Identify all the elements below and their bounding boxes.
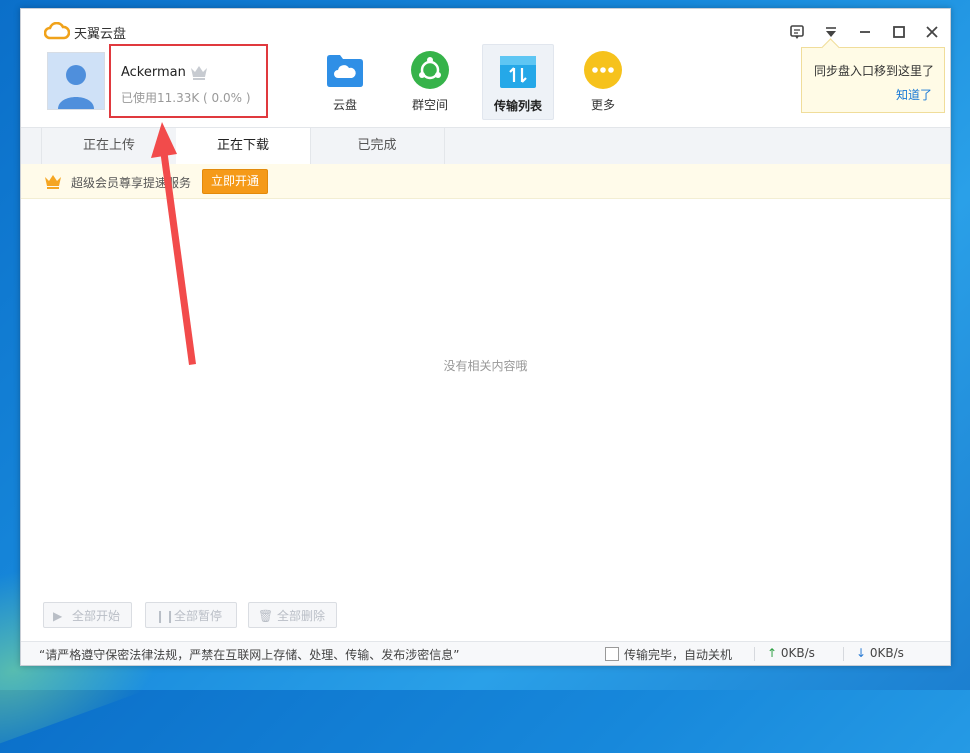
upload-speed-value: 0KB/s — [780, 646, 815, 660]
activate-vip-button[interactable]: 立即开通 — [202, 169, 268, 194]
pause-all-button[interactable]: ❙❙ 全部暂停 — [145, 602, 237, 628]
tab-completed[interactable]: 已完成 — [310, 128, 445, 164]
username[interactable]: Ackerman — [121, 65, 186, 80]
tooltip-text: 同步盘入口移到这里了 — [814, 64, 935, 78]
user-avatar-icon — [48, 53, 104, 109]
legal-notice: “请严格遵守保密法律法规，严禁在互联网上存储、处理、传输、发布涉密信息” — [39, 648, 460, 662]
nav-item-more[interactable]: 更多 — [568, 44, 638, 118]
download-speed-value: 0KB/s — [869, 646, 904, 660]
status-divider — [754, 647, 755, 661]
pause-all-label: 全部暂停 — [174, 609, 223, 623]
upload-arrow-icon: ↑ — [767, 646, 778, 660]
play-icon: ▶ — [53, 609, 63, 623]
minimize-icon[interactable] — [854, 21, 876, 43]
delete-all-button[interactable]: 🗑 全部删除 — [248, 602, 337, 628]
delete-all-label: 全部删除 — [277, 609, 326, 623]
header: 天翼云盘 Ackerman 已使用11.33K ( 0.0% ) 云盘 群空间 … — [21, 9, 950, 127]
upload-speed: ↑ 0KB/s — [767, 646, 815, 660]
transfer-list-content: 没有相关内容哦 — [21, 199, 950, 599]
transfer-list-icon — [500, 56, 536, 88]
close-icon[interactable] — [921, 21, 943, 43]
empty-state-text: 没有相关内容哦 — [443, 359, 528, 373]
vip-promo-text: 超级会员尊享提速服务 — [71, 176, 192, 190]
status-divider — [843, 647, 844, 661]
status-bar: “请严格遵守保密法律法规，严禁在互联网上存储、处理、传输、发布涉密信息” 传输完… — [21, 641, 950, 665]
auto-shutdown-checkbox[interactable] — [605, 647, 619, 661]
app-logo-icon — [44, 22, 70, 40]
nav-label-cloud-disk: 云盘 — [332, 98, 357, 112]
tooltip-dismiss-link[interactable]: 知道了 — [896, 86, 932, 103]
maximize-icon[interactable] — [888, 21, 910, 43]
transfer-tabs: 正在上传 正在下载 已完成 — [21, 127, 950, 165]
nav-label-group-space: 群空间 — [411, 98, 448, 112]
more-icon — [584, 51, 622, 89]
storage-usage: 已使用11.33K ( 0.0% ) — [121, 91, 251, 105]
download-arrow-icon: ↓ — [856, 646, 867, 660]
app-title: 天翼云盘 — [74, 27, 127, 42]
download-speed: ↓ 0KB/s — [856, 646, 904, 660]
vip-crown-icon — [45, 175, 61, 189]
nav-label-transfer-list: 传输列表 — [493, 99, 542, 113]
start-all-label: 全部开始 — [72, 609, 121, 623]
trash-icon: 🗑 — [258, 609, 274, 623]
nav-item-cloud-disk[interactable]: 云盘 — [310, 44, 380, 118]
nav-label-more: 更多 — [590, 98, 615, 112]
cloud-folder-icon — [327, 55, 363, 87]
app-window: 天翼云盘 Ackerman 已使用11.33K ( 0.0% ) 云盘 群空间 … — [20, 8, 951, 666]
feedback-icon[interactable] — [786, 21, 808, 43]
tab-downloading[interactable]: 正在下载 — [176, 128, 311, 165]
start-all-button[interactable]: ▶ 全部开始 — [43, 602, 132, 628]
auto-shutdown-label[interactable]: 传输完毕，自动关机 — [624, 646, 732, 663]
user-info-highlight: Ackerman 已使用11.33K ( 0.0% ) — [109, 44, 268, 118]
vip-promo-bar: 超级会员尊享提速服务 立即开通 — [21, 164, 950, 199]
group-space-icon — [411, 51, 449, 89]
nav-item-transfer-list[interactable]: 传输列表 — [482, 44, 554, 120]
avatar[interactable] — [47, 52, 105, 110]
tab-uploading[interactable]: 正在上传 — [41, 128, 177, 164]
crown-icon[interactable] — [189, 63, 209, 81]
nav-item-group-space[interactable]: 群空间 — [395, 44, 465, 118]
pause-icon: ❙❙ — [155, 609, 176, 623]
sync-tooltip: 同步盘入口移到这里了 知道了 — [801, 47, 945, 113]
